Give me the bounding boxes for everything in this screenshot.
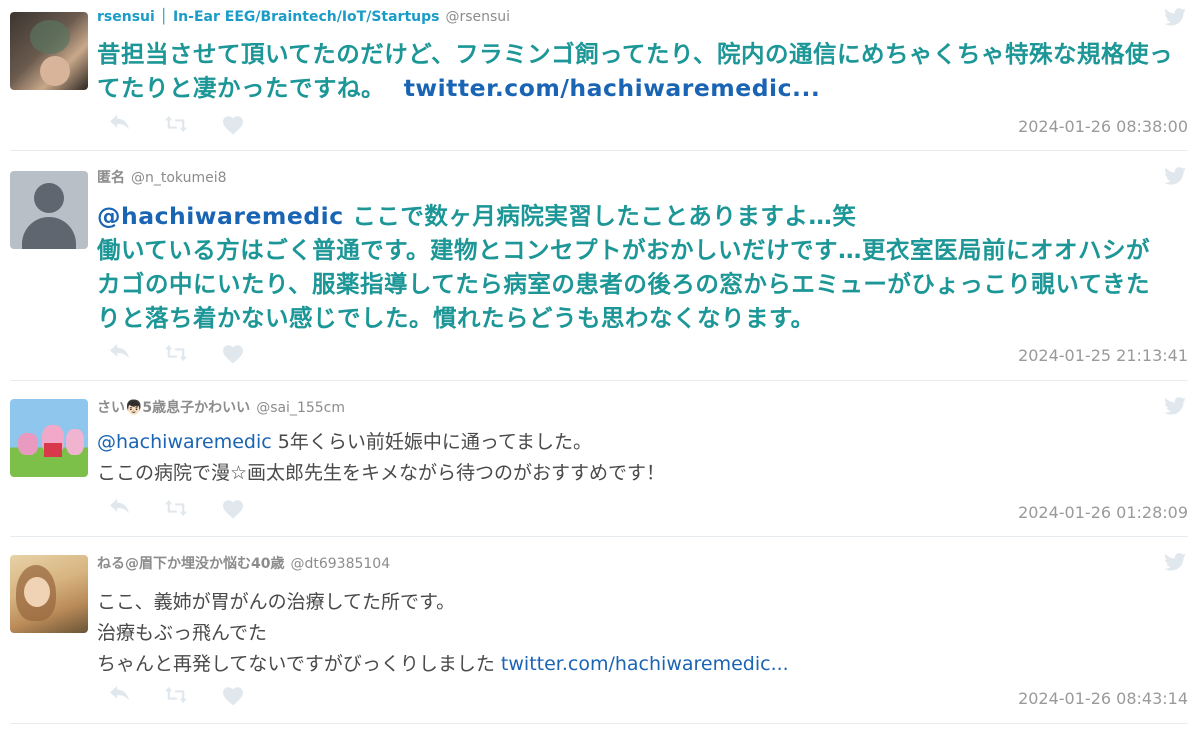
tweet-line: ここの病院で漫☆画太郎先生をキメながら待つのがおすすめです！ [97, 462, 666, 484]
tweet-date[interactable]: 2024-01-26 08:38:00 [1018, 117, 1188, 136]
tweet-item: 匿名 @n_tokumei8 @hachiwaremedic ここで数ヶ月病院実習… [0, 151, 1200, 381]
tweet-line: 働いている方はごく普通です。建物とコンセプトがおかしいだけです…更衣室医局前にオ… [97, 236, 1150, 332]
reply-icon[interactable] [108, 499, 130, 519]
retweet-icon[interactable] [164, 115, 188, 133]
avatar[interactable] [10, 399, 88, 477]
author-handle[interactable]: @n_tokumei8 [131, 170, 227, 186]
tweet-text: @hachiwaremedic ここで数ヶ月病院実習したことありますよ…笑 働い… [97, 199, 1170, 335]
tweet-item: ねる@眉下か埋没か悩む40歳 @dt69385104 ここ、義姉が胃がんの治療して… [0, 537, 1200, 724]
tweet-item: さい👦🏻5歳息子かわいい @sai_155cm @hachiwaremedic 5… [0, 381, 1200, 537]
tweet-text: ここ、義姉が胃がんの治療してた所です。 治療もぶっ飛んでた ちゃんと再発してない… [97, 587, 1176, 680]
author-name[interactable]: ねる@眉下か埋没か悩む40歳 [97, 556, 284, 572]
tweet-line: ここ、義姉が胃がんの治療してた所です。 [97, 591, 456, 613]
reply-icon[interactable] [108, 115, 130, 135]
tweet-header: 匿名 @n_tokumei8 [97, 167, 227, 187]
tweet-header: rsensui │ In-Ear EEG/Braintech/IoT/Start… [97, 9, 510, 25]
avatar[interactable] [10, 171, 88, 249]
twitter-bird-icon[interactable] [1164, 8, 1186, 26]
tweet-link[interactable]: twitter.com/hachiwaremedic... [404, 74, 821, 102]
tweet-line-text: ちゃんと再発してないですがびっくりしました [97, 653, 495, 675]
tweet-header: ねる@眉下か埋没か悩む40歳 @dt69385104 [97, 553, 390, 573]
heart-icon[interactable] [222, 115, 244, 135]
twitter-bird-icon[interactable] [1164, 397, 1186, 415]
twitter-bird-icon[interactable] [1164, 553, 1186, 571]
heart-icon[interactable] [222, 344, 244, 364]
author-name[interactable]: 匿名 [97, 170, 125, 186]
tweet-link[interactable]: twitter.com/hachiwaremedic... [501, 653, 789, 675]
heart-icon[interactable] [222, 686, 244, 706]
tweet-text: @hachiwaremedic 5年くらい前妊娠中に通ってました。 ここの病院で… [97, 427, 1176, 489]
reply-icon[interactable] [108, 344, 130, 364]
twitter-bird-icon[interactable] [1164, 167, 1186, 185]
reply-icon[interactable] [108, 686, 130, 706]
tweet-date[interactable]: 2024-01-26 01:28:09 [1018, 503, 1188, 522]
tweet-line: @hachiwaremedic 5年くらい前妊娠中に通ってました。 [97, 427, 1176, 458]
tweet-date[interactable]: 2024-01-26 08:43:14 [1018, 689, 1188, 708]
tweet-line-text: 5年くらい前妊娠中に通ってました。 [277, 431, 592, 453]
tweet-header: さい👦🏻5歳息子かわいい @sai_155cm [97, 397, 345, 417]
author-handle[interactable]: @dt69385104 [290, 556, 390, 572]
avatar[interactable] [10, 555, 88, 633]
retweet-icon[interactable] [164, 686, 188, 704]
retweet-icon[interactable] [164, 344, 188, 362]
heart-icon[interactable] [222, 499, 244, 519]
mention-link[interactable]: @hachiwaremedic [97, 431, 272, 453]
tweet-text: 昔担当させて頂いてたのだけど、フラミンゴ飼ってたり、院内の通信にめちゃくちゃ特殊… [97, 37, 1176, 105]
retweet-icon[interactable] [164, 499, 188, 517]
author-name[interactable]: rsensui │ In-Ear EEG/Braintech/IoT/Start… [97, 9, 439, 25]
tweet-line-text: ここで数ヶ月病院実習したことありますよ…笑 [352, 202, 857, 230]
mention-link[interactable]: @hachiwaremedic [97, 202, 344, 230]
author-name[interactable]: さい👦🏻5歳息子かわいい [97, 400, 250, 416]
tweet-line: ちゃんと再発してないですがびっくりしました twitter.com/hachiw… [97, 649, 1176, 680]
tweet-item: rsensui │ In-Ear EEG/Braintech/IoT/Start… [0, 0, 1200, 151]
author-handle[interactable]: @sai_155cm [256, 400, 345, 416]
author-handle[interactable]: @rsensui [445, 9, 510, 25]
avatar[interactable] [10, 12, 88, 90]
tweet-line: 治療もぶっ飛んでた [97, 622, 268, 644]
tweet-date[interactable]: 2024-01-25 21:13:41 [1018, 346, 1188, 365]
divider [10, 723, 1188, 724]
tweet-line: @hachiwaremedic ここで数ヶ月病院実習したことありますよ…笑 [97, 199, 1170, 233]
